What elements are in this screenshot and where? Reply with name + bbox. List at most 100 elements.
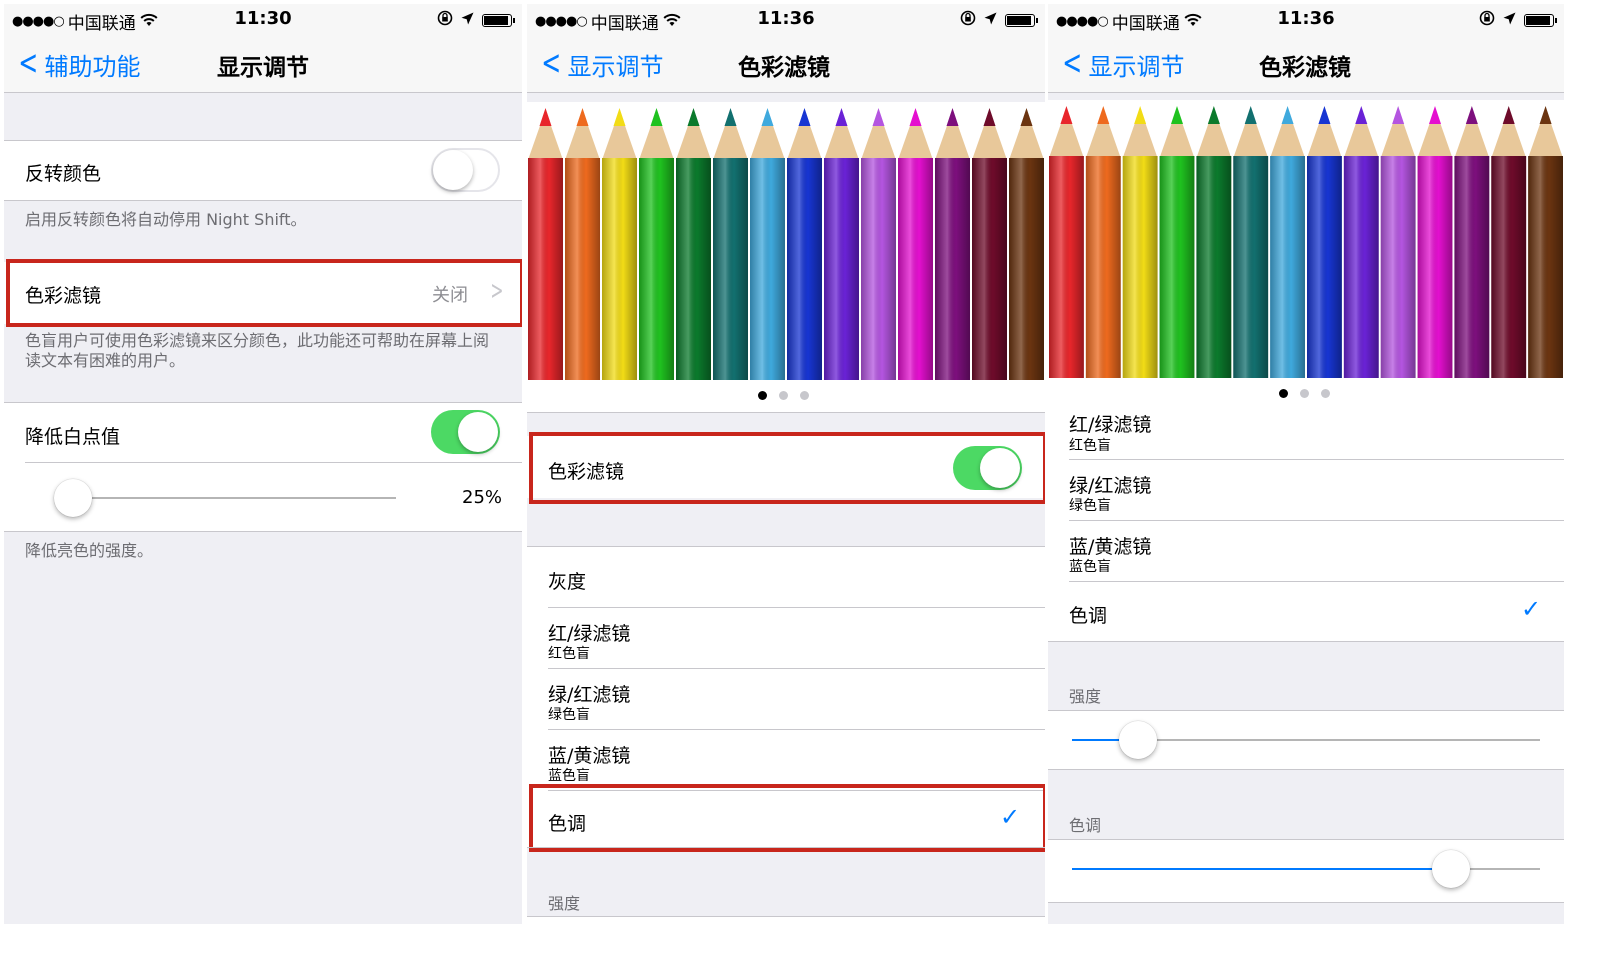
filter-option-title: 绿/红滤镜 xyxy=(1069,475,1152,497)
filter-option-red-green[interactable]: 红/绿滤镜 红色盲 xyxy=(527,608,1045,668)
intensity-slider-knob[interactable] xyxy=(1118,721,1157,759)
page-title: 显示调节 xyxy=(217,55,309,81)
color-pencils-image xyxy=(527,102,1045,380)
white-point-slider-knob[interactable] xyxy=(54,479,92,517)
divider xyxy=(1048,902,1564,903)
filter-option-title: 红/绿滤镜 xyxy=(548,623,631,645)
hue-header: 色调 xyxy=(1069,816,1102,835)
white-point-percent: 25% xyxy=(462,487,503,508)
filter-option-grayscale[interactable]: 灰度 xyxy=(527,547,1045,607)
hue-slider-cell xyxy=(1048,840,1564,902)
page-dot[interactable] xyxy=(1321,389,1330,398)
filter-option-subtitle: 绿色盲 xyxy=(548,707,590,723)
pencil xyxy=(1085,106,1121,378)
filter-option-subtitle: 蓝色盲 xyxy=(1069,559,1111,575)
pencil xyxy=(528,108,563,380)
pencil xyxy=(602,108,637,380)
pencil xyxy=(1049,106,1084,378)
divider xyxy=(25,462,522,463)
intensity-slider-cell xyxy=(1048,711,1564,769)
back-label: 辅助功能 xyxy=(44,53,141,81)
pencil xyxy=(861,108,896,380)
pencil xyxy=(1417,106,1453,378)
orientation-lock-icon xyxy=(437,10,453,30)
pencil xyxy=(713,108,748,380)
page-indicator[interactable] xyxy=(1279,389,1330,398)
pencil xyxy=(639,108,674,380)
chevron-left-icon: < xyxy=(541,42,562,83)
invert-colors-cell: 反转颜色 xyxy=(4,141,522,200)
divider xyxy=(4,531,522,532)
filter-option-blue-yellow[interactable]: 蓝/黄滤镜 蓝色盲 xyxy=(1048,521,1564,581)
page-dot[interactable] xyxy=(1279,389,1288,398)
back-label: 显示调节 xyxy=(567,53,664,81)
filter-option-red-green[interactable]: 红/绿滤镜 红色盲 xyxy=(1048,410,1564,458)
pencil xyxy=(1009,108,1044,380)
pencil xyxy=(935,108,970,380)
divider xyxy=(527,847,1045,848)
filter-option-title: 蓝/黄滤镜 xyxy=(1069,536,1152,558)
hue-slider-knob[interactable] xyxy=(1432,850,1471,888)
filter-option-title: 灰度 xyxy=(548,571,587,593)
back-button[interactable]: < 显示调节 xyxy=(537,42,664,83)
white-point-slider-track[interactable] xyxy=(56,497,396,499)
chevron-left-icon: < xyxy=(18,42,39,83)
reduce-white-point-cell: 降低白点值 25% xyxy=(4,403,522,531)
location-icon xyxy=(1503,12,1516,29)
filter-option-color-tint[interactable]: 色调 ✓ xyxy=(1048,582,1564,641)
pencil xyxy=(1491,106,1527,378)
intensity-header: 强度 xyxy=(1069,687,1102,706)
orientation-lock-icon xyxy=(960,10,976,30)
pencil xyxy=(1270,106,1305,378)
location-icon xyxy=(461,12,474,29)
white-point-footer: 降低亮色的强度。 xyxy=(25,541,154,560)
pencil xyxy=(1233,106,1269,378)
battery-icon xyxy=(1524,13,1557,27)
page-dot[interactable] xyxy=(758,391,767,400)
back-label: 显示调节 xyxy=(1088,53,1185,81)
pencil xyxy=(1307,106,1342,378)
filter-option-subtitle: 绿色盲 xyxy=(1069,498,1111,514)
reduce-white-point-toggle[interactable] xyxy=(431,410,500,454)
page-title: 色彩滤镜 xyxy=(738,55,830,81)
pencil xyxy=(824,108,859,380)
pencil xyxy=(787,108,822,380)
filter-option-subtitle: 蓝色盲 xyxy=(548,768,590,784)
page-dot[interactable] xyxy=(800,391,809,400)
invert-colors-toggle[interactable] xyxy=(431,148,500,192)
pencil xyxy=(1196,106,1232,378)
divider xyxy=(527,412,1045,413)
invert-colors-label: 反转颜色 xyxy=(25,163,102,185)
pencil xyxy=(1343,106,1379,378)
back-button[interactable]: < 显示调节 xyxy=(1058,46,1185,82)
filter-option-blue-yellow[interactable]: 蓝/黄滤镜 蓝色盲 xyxy=(527,730,1045,790)
page-dot[interactable] xyxy=(1300,389,1309,398)
battery-icon xyxy=(1005,13,1038,27)
page-dot[interactable] xyxy=(779,391,788,400)
pencil xyxy=(676,108,711,380)
pencil xyxy=(565,108,600,380)
status-bar: ●●●●○ 中国联通 11:36 xyxy=(1048,4,1564,34)
reduce-white-point-label: 降低白点值 xyxy=(25,426,121,448)
filter-option-title: 蓝/黄滤镜 xyxy=(548,745,631,767)
battery-icon xyxy=(482,13,515,27)
pencil xyxy=(750,108,785,380)
color-filters-footer: 色盲用户可使用色彩滤镜来区分颜色，此功能还可帮助在屏幕上阅读文本有困难的用户。 xyxy=(25,331,490,370)
status-bar: ●●●●○ 中国联通 11:30 xyxy=(4,4,522,34)
back-button[interactable]: < 辅助功能 xyxy=(14,42,141,83)
filter-option-title: 红/绿滤镜 xyxy=(1069,414,1152,436)
status-bar: ●●●●○ 中国联通 11:36 xyxy=(527,4,1045,34)
location-icon xyxy=(984,12,997,29)
filter-option-green-red[interactable]: 绿/红滤镜 绿色盲 xyxy=(1048,460,1564,520)
orientation-lock-icon xyxy=(1479,10,1495,30)
filter-option-green-red[interactable]: 绿/红滤镜 绿色盲 xyxy=(527,669,1045,729)
page-indicator[interactable] xyxy=(758,391,809,400)
highlight-box xyxy=(529,784,1045,852)
filter-options-list: 红/绿滤镜 红色盲 绿/红滤镜 绿色盲 蓝/黄滤镜 蓝色盲 色调 ✓ xyxy=(1048,410,1564,641)
highlight-box xyxy=(529,432,1045,504)
pencil xyxy=(972,108,1007,380)
color-pencils-image xyxy=(1048,100,1564,378)
highlight-box xyxy=(6,259,522,327)
filter-option-subtitle: 红色盲 xyxy=(548,646,590,662)
filter-option-subtitle: 红色盲 xyxy=(1069,438,1111,454)
